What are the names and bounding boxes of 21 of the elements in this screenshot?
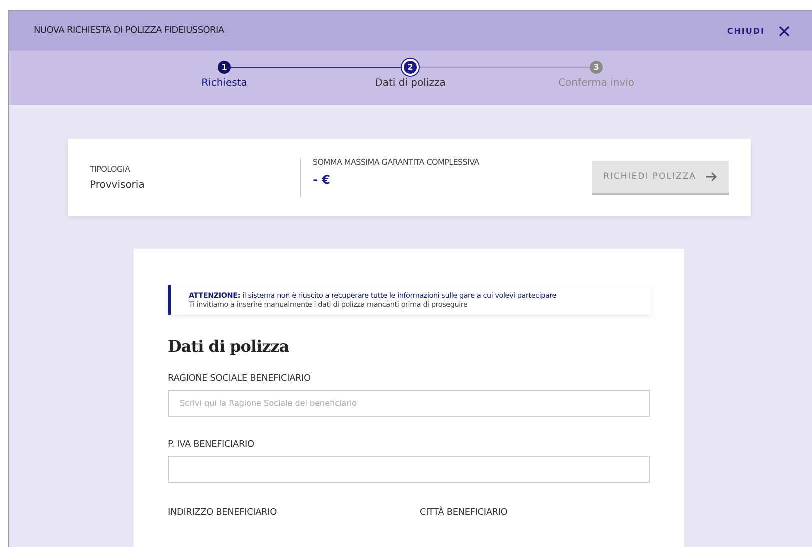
step-number: 3 <box>590 61 603 74</box>
step-label: Conferma invio <box>558 78 635 89</box>
input-field[interactable]: Scrivi qui la Ragione Sociale del beneficiario <box>168 390 650 417</box>
type-label: TIPOLOGIA <box>90 164 132 174</box>
amount-label: SOMMA MASSIMA GARANTITA COMPLESSIVA <box>313 158 480 166</box>
type-value: Provvisoria <box>90 180 146 190</box>
arrow-right-icon <box>706 172 718 182</box>
section-title: Dati di polizza <box>168 337 290 356</box>
field-label: INDIRIZZO BENEFICIARIO <box>168 508 278 518</box>
close-button[interactable]: CHIUDI <box>727 26 790 36</box>
amount-value: - € <box>313 172 332 186</box>
step-label: Dati di polizza <box>375 78 446 89</box>
field-label: CITTÀ BENEFICIARIO <box>420 508 509 518</box>
field-label: P. IVA BENEFICIARIO <box>168 440 256 450</box>
step-number: 1 <box>218 61 231 74</box>
step-number: 2 <box>404 61 417 74</box>
close-icon <box>779 26 790 36</box>
step-label: Richiesta <box>202 78 248 89</box>
window-title: NUOVA RICHIESTA DI POLIZZA FIDEIUSSORIA <box>34 26 224 36</box>
field-label: RAGIONE SOCIALE BENEFICIARIO <box>168 374 312 384</box>
input-field[interactable] <box>168 456 650 483</box>
